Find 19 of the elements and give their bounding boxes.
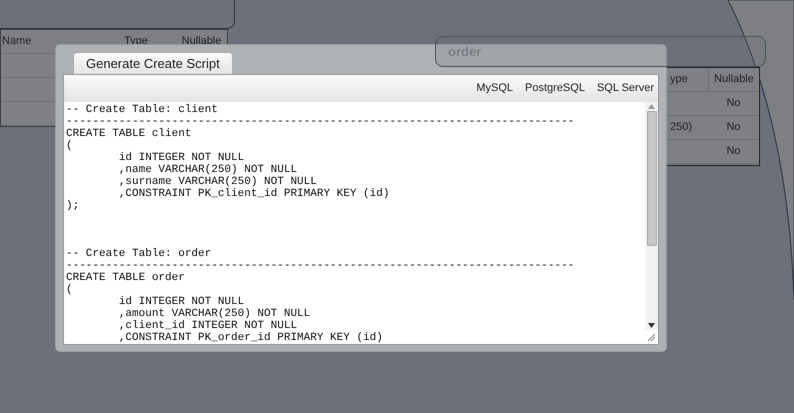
sql-script-text: -- Create Table: client ----------------------------------------------------------------------------- CREATE TABLE client ( id INTEGER NOT NULL ,name VARCHAR(250) NOT NULL ,surname VARCHAR(250) NOT NULL ,CONSTRAINT PK_client_id PRIMARY KEY (id) ); -- Create Table: order ----------------------------------------------------------------------------- CREATE TABLE order ( id INTEGER NOT NULL ,amount VARCHAR(250) NOT NULL ,client_id INTEGER NOT NULL ,CONSTRAINT PK_order_id PRIMARY KEY (id) — [66, 104, 576, 344]
dialect-link[interactable]: MySQL — [476, 80, 514, 97]
scroll-down-icon[interactable] — [648, 323, 655, 328]
dialect-link[interactable]: PostgreSQL — [525, 80, 585, 97]
column-header: Type — [123, 34, 149, 50]
table-cell-text: No — [726, 144, 741, 160]
scrollbar[interactable] — [645, 102, 658, 330]
table-cell-text: No — [726, 120, 741, 136]
scrollbar-thumb[interactable] — [646, 111, 656, 246]
column-header: Nullable — [714, 72, 754, 88]
scroll-up-icon[interactable] — [648, 104, 655, 109]
script-tab[interactable]: Generate Create Script — [73, 52, 233, 74]
table-cell-text: No — [726, 96, 741, 112]
resize-grip-icon[interactable] — [647, 333, 656, 342]
table-cell: 250) — [670, 121, 692, 134]
column-header: Nullable — [180, 34, 222, 50]
column-header: Name — [1, 34, 32, 50]
dialect-link[interactable]: SQL Server — [596, 80, 654, 97]
column-header: ype — [670, 73, 688, 86]
